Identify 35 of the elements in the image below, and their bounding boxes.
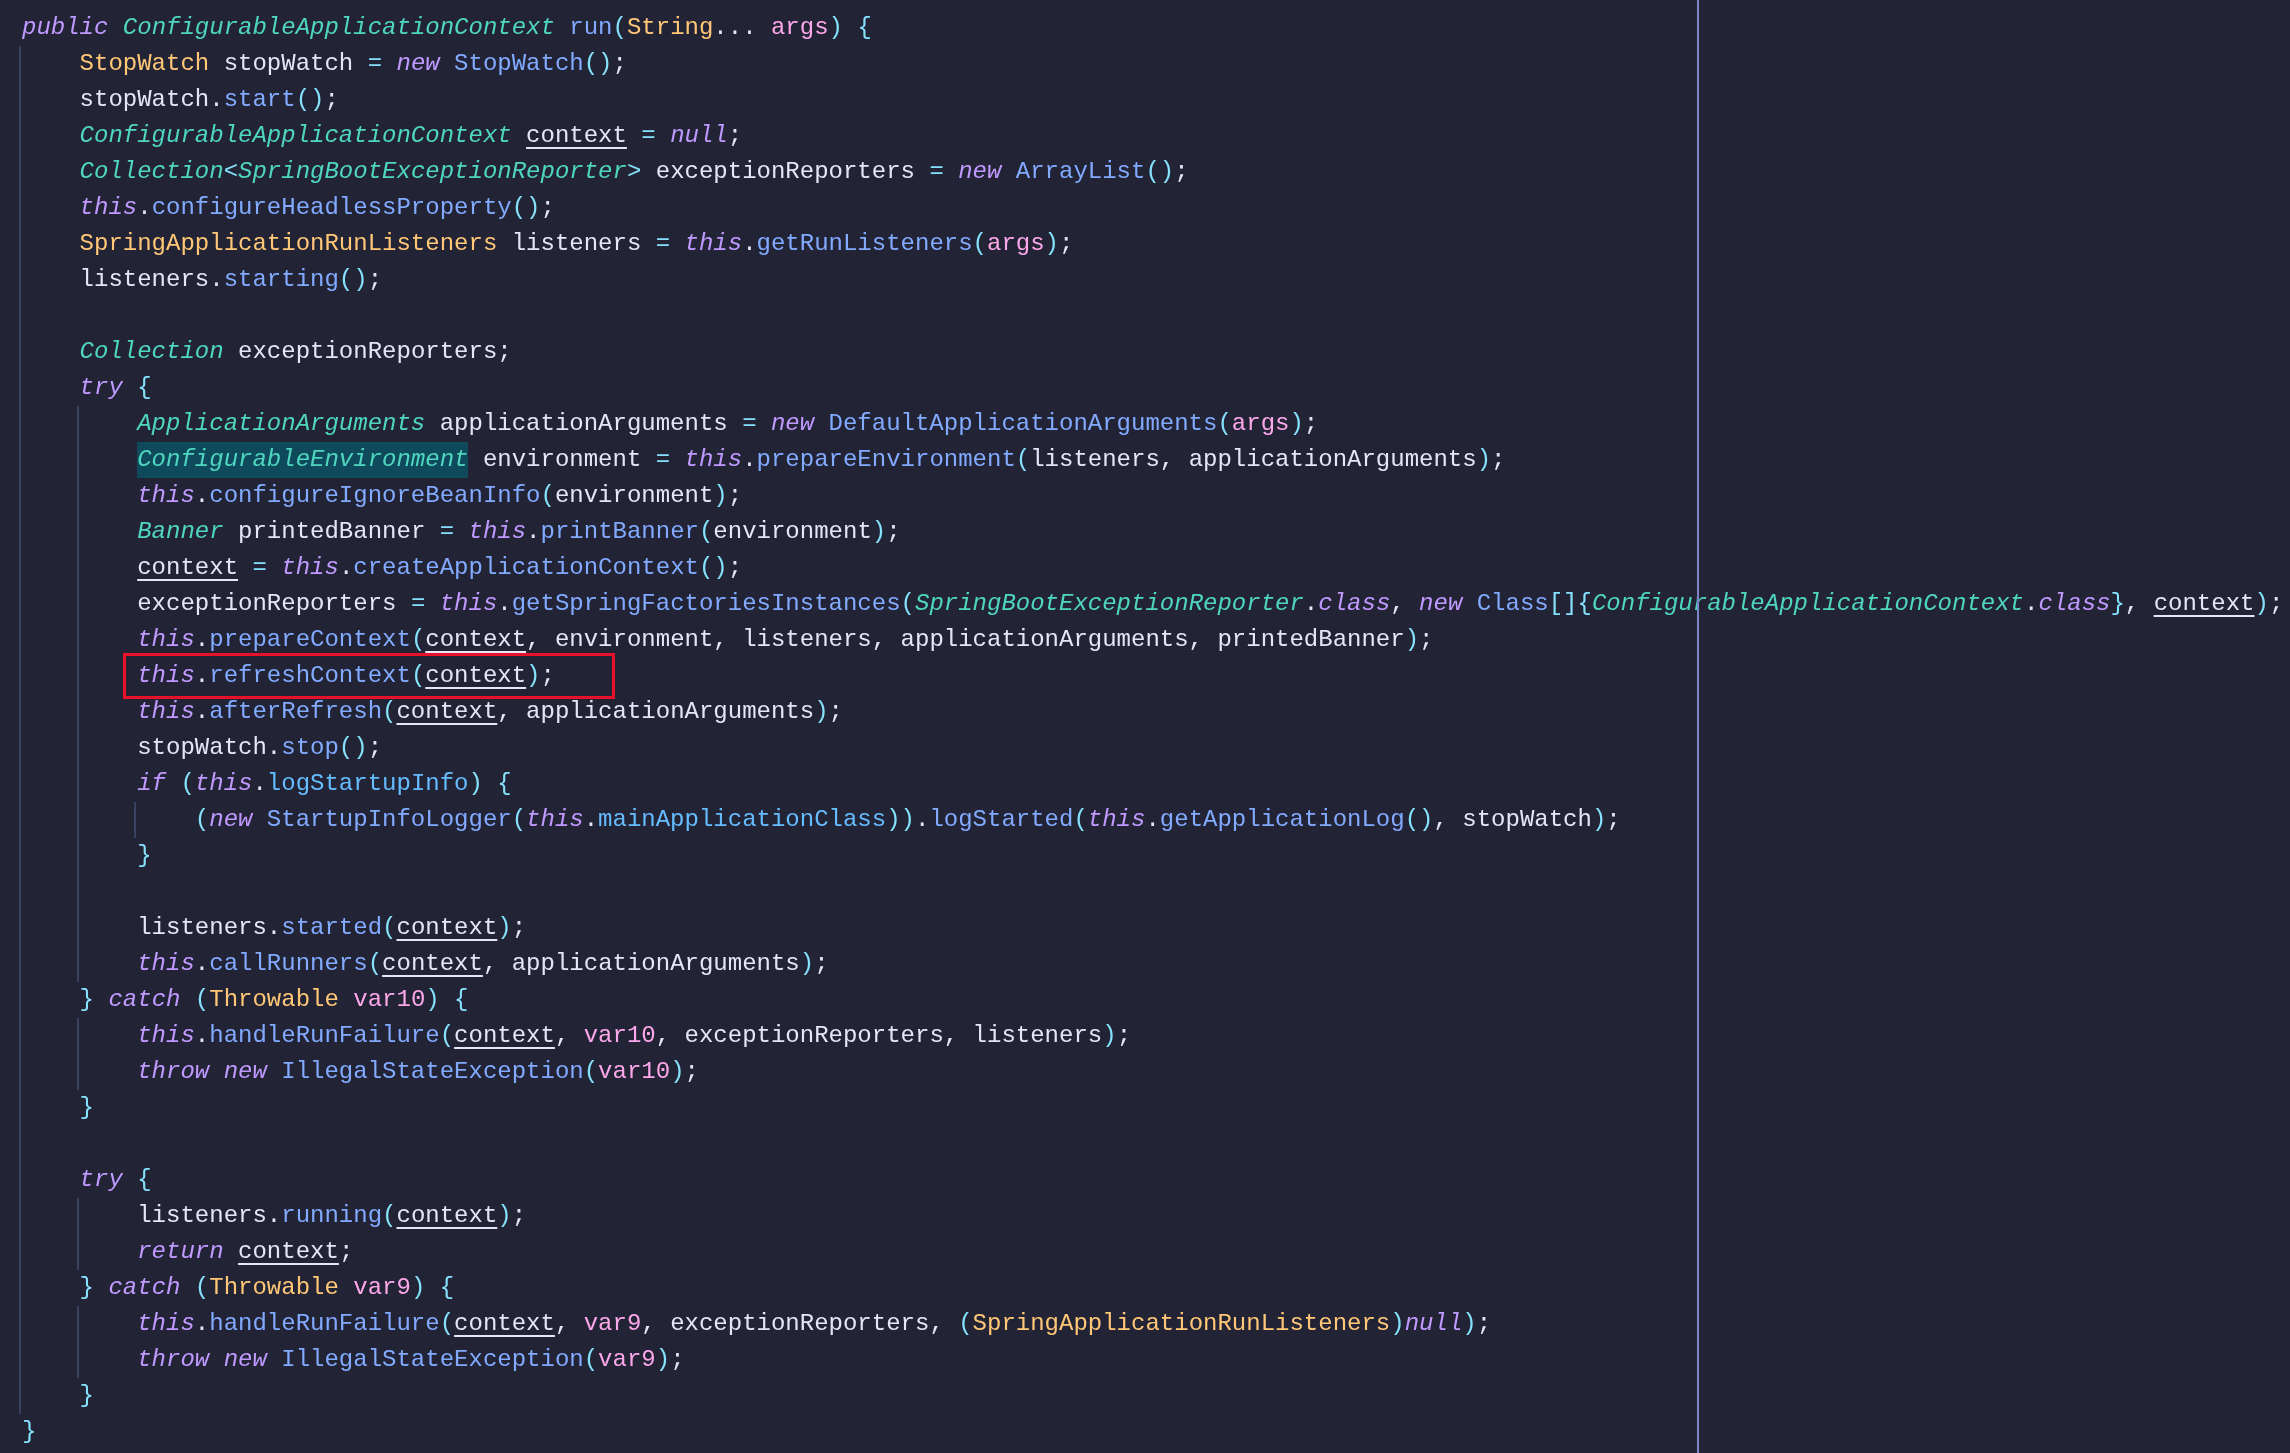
code-line: StopWatch stopWatch = new StopWatch();: [79, 49, 627, 79]
code-line: stopWatch.stop();: [137, 733, 383, 763]
code-line: throw new IllegalStateException(var9);: [137, 1345, 685, 1375]
code-line: } catch (Throwable var9) {: [79, 1273, 455, 1303]
code-line: }: [79, 1093, 94, 1123]
code-line: try {: [79, 1165, 152, 1195]
code-line: this.configureHeadlessProperty();: [79, 193, 555, 223]
code-line: }: [137, 841, 152, 871]
code-line: ConfigurableEnvironment environment = this.prepareEnvironment(listeners, applicationArguments);: [137, 442, 1506, 478]
code-line: context = this.createApplicationContext();: [137, 553, 743, 583]
code-line: this.prepareContext(context, environment, listeners, applicationArguments, printedBanner);: [137, 625, 1434, 655]
code-line: }: [79, 1381, 94, 1411]
code-line: (new StartupInfoLogger(this.mainApplicationClass)).logStarted(this.getApplicationLog(), stopWatch);: [194, 805, 1621, 835]
code-line: throw new IllegalStateException(var10);: [137, 1057, 699, 1087]
code-line: Collection<SpringBootExceptionReporter> exceptionReporters = new ArrayList();: [79, 157, 1189, 187]
code-line: if (this.logStartupInfo) {: [137, 769, 512, 799]
code-line: ConfigurableApplicationContext context = null;: [79, 121, 743, 151]
code-line: listeners.started(context);: [137, 913, 527, 943]
code-line: try {: [79, 373, 152, 403]
code-line: ApplicationArguments applicationArguments = new DefaultApplicationArguments(args);: [137, 409, 1319, 439]
code-line: SpringApplicationRunListeners listeners = this.getRunListeners(args);: [79, 229, 1074, 259]
code-line: public ConfigurableApplicationContext run(String... args) {: [22, 13, 872, 43]
code-line: this.handleRunFailure(context, var9, exceptionReporters, (SpringApplicationRunListeners)null);: [137, 1309, 1492, 1339]
code-line: Collection exceptionReporters;: [79, 337, 512, 367]
code-line: return context;: [137, 1237, 354, 1267]
code-line: this.configureIgnoreBeanInfo(environment);: [137, 481, 743, 511]
code-line: listeners.starting();: [79, 265, 383, 295]
code-line: Banner printedBanner = this.printBanner(environment);: [137, 517, 901, 547]
code-line: this.callRunners(context, applicationArguments);: [137, 949, 829, 979]
code-line: }: [22, 1417, 37, 1447]
code-line: } catch (Throwable var10) {: [79, 985, 469, 1015]
code-line: this.handleRunFailure(context, var10, exceptionReporters, listeners);: [137, 1021, 1132, 1051]
code-line: stopWatch.start();: [79, 85, 339, 115]
code-line: this.afterRefresh(context, applicationArguments);: [137, 697, 843, 727]
code-line: listeners.running(context);: [137, 1201, 527, 1231]
